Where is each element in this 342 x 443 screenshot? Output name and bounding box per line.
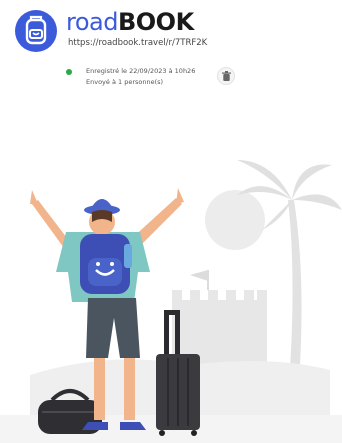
header: roadBOOK https://roadbook.travel/r/7TRF2… (14, 8, 334, 52)
backpack-logo-icon (15, 10, 57, 52)
status-dot (66, 69, 72, 75)
save-status: Enregistré le 22/09/2023 à 10h26 Envoyé … (66, 66, 266, 96)
roadbook-url[interactable]: https://roadbook.travel/r/7TRF2K (68, 38, 207, 48)
brand-name: roadBOOK (66, 8, 194, 36)
sent-count: Envoyé à 1 personne(s) (86, 78, 164, 86)
saved-timestamp: Enregistré le 22/09/2023 à 10h26 (86, 67, 196, 75)
traveler-illustration (0, 160, 342, 443)
delete-button[interactable] (217, 67, 235, 85)
trash-icon (222, 71, 231, 81)
